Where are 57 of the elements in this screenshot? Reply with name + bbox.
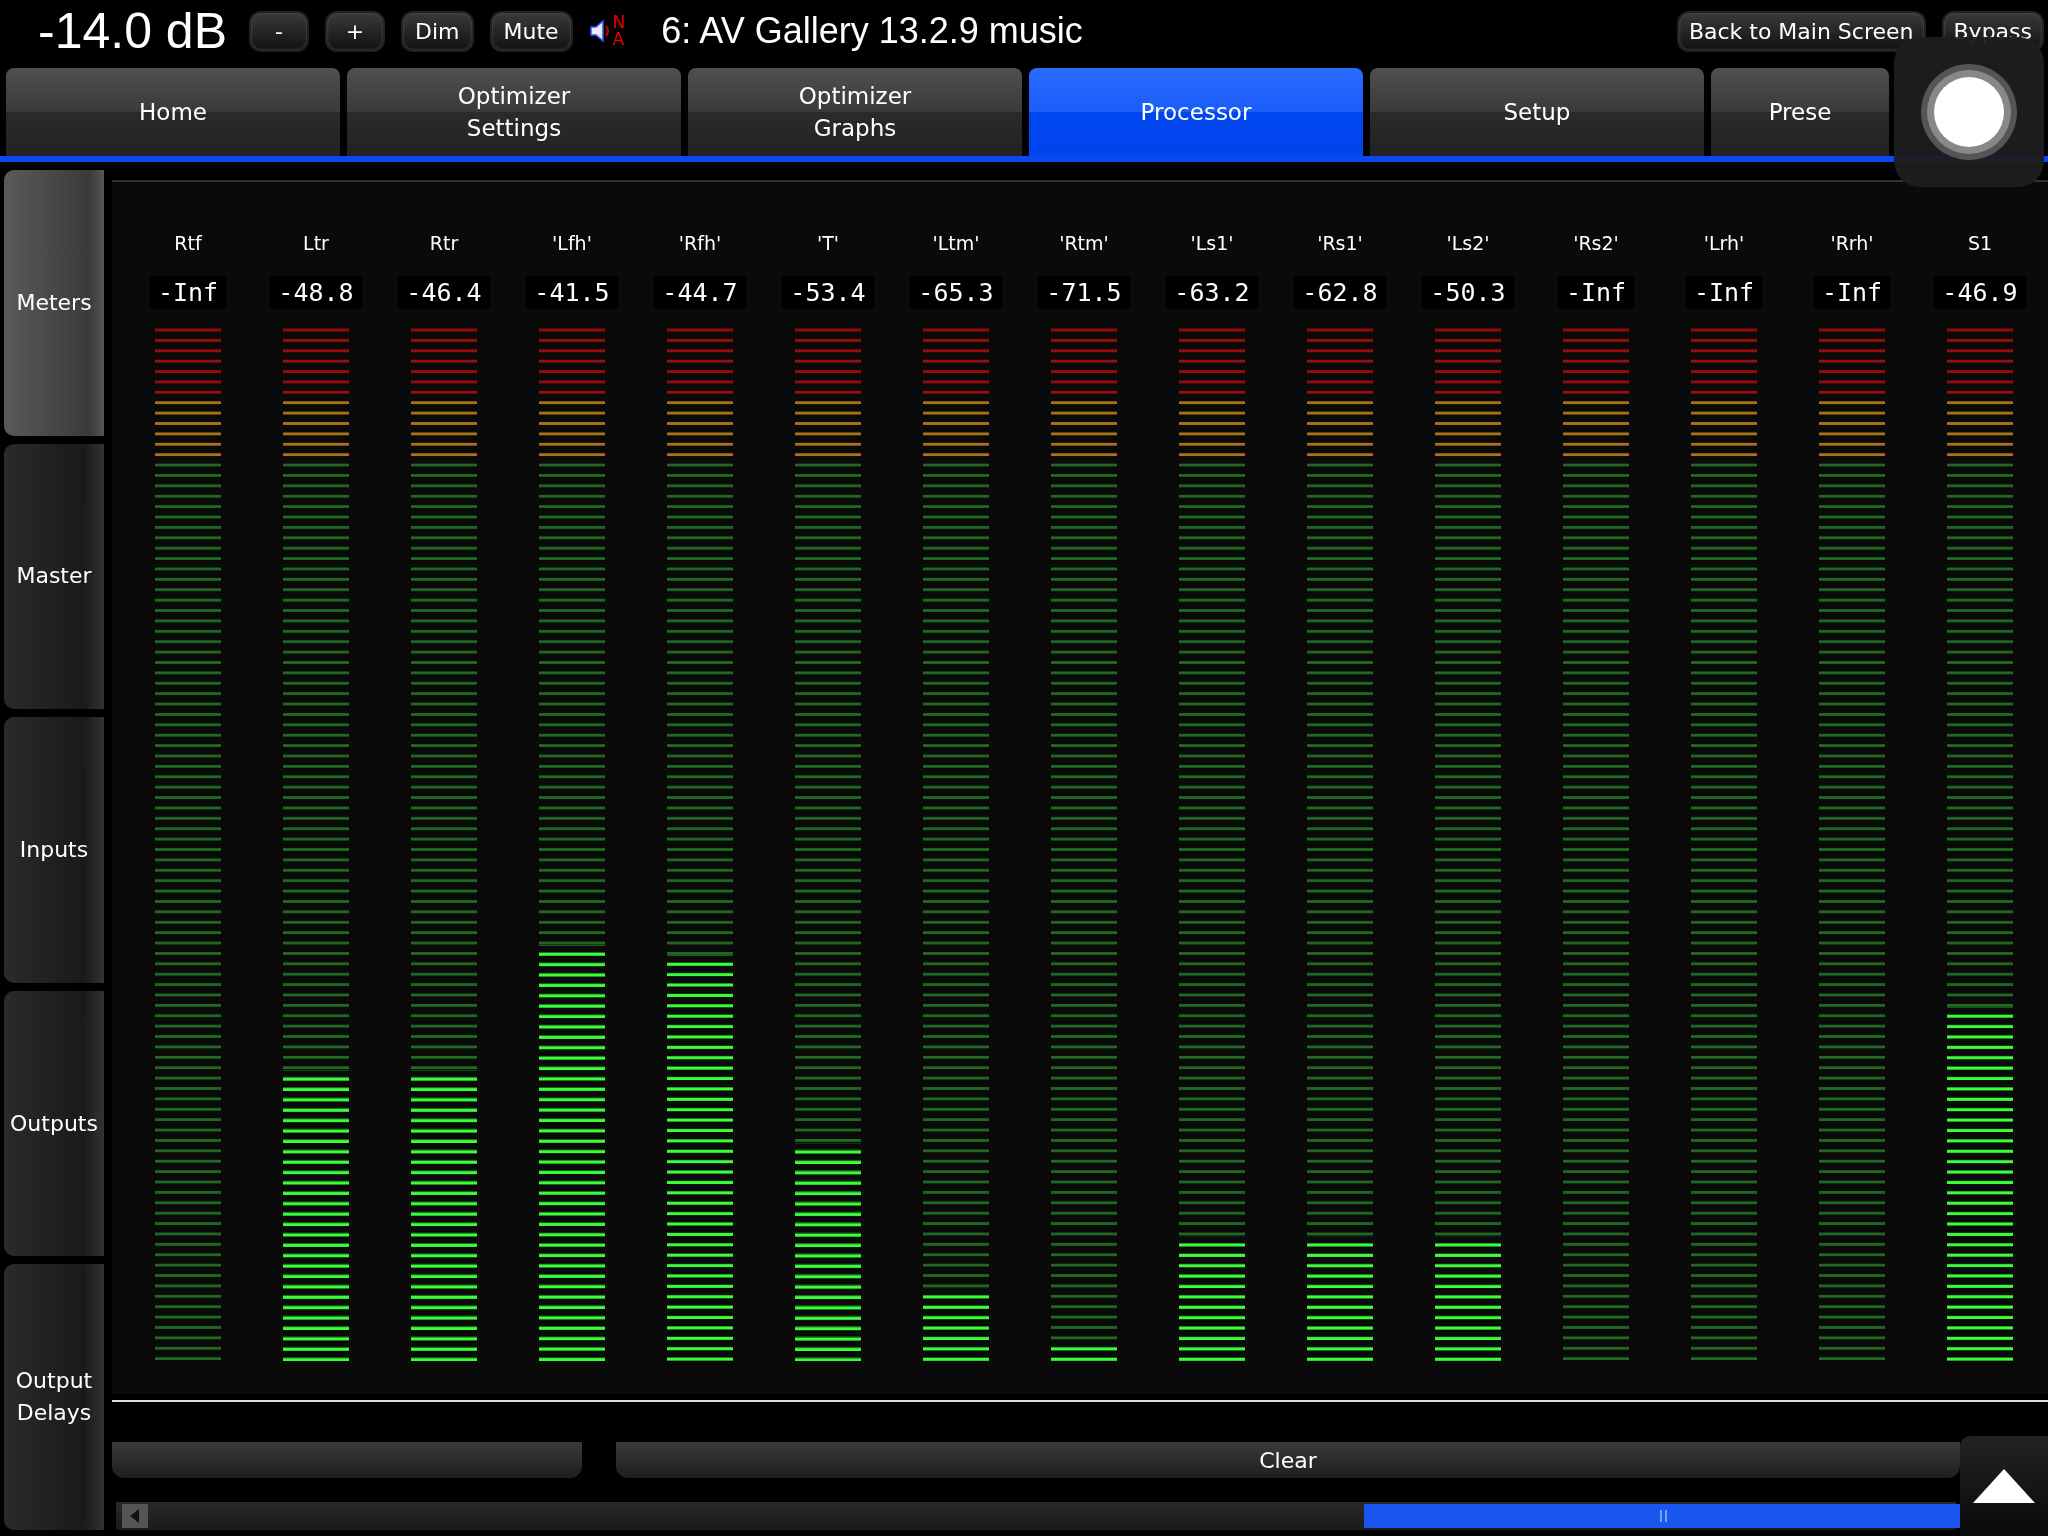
level-readout: -Inf [1813,276,1891,309]
level-readout: -46.9 [1934,276,2026,309]
level-readout: -Inf [149,276,227,309]
sidebar-item[interactable]: Master [4,443,104,710]
level-readout: -Inf [1557,276,1635,309]
channel-label: 'T' [816,232,840,256]
level-readout: -63.2 [1166,276,1258,309]
channel-label: Ltr [303,232,329,256]
channel-label: 'Lfh' [552,232,592,256]
toolbar-button[interactable]: Mute [489,10,573,52]
up-arrow-icon [1973,1469,2035,1503]
tab[interactable]: Home [6,68,340,156]
scroll-left-icon[interactable] [122,1504,148,1528]
preset-title: 6: AV Gallery 13.2.9 music [661,10,1083,52]
level-readout: -71.5 [1038,276,1130,309]
nav-button[interactable]: Back to Main Screen [1676,10,1926,52]
grip-icon [1660,1510,1668,1522]
tab[interactable]: Prese [1711,68,1889,156]
toolbar-button[interactable]: - [249,10,309,52]
clear-button[interactable]: Clear [616,1442,1960,1478]
toolbar-button[interactable]: Dim [401,10,474,52]
sidebar-item[interactable]: Meters [4,170,104,436]
level-readout: -62.8 [1294,276,1386,309]
speaker-icon [588,18,611,44]
tab[interactable]: Optimizer Graphs [688,68,1022,156]
level-readout: -50.3 [1422,276,1514,309]
tab[interactable]: Setup [1370,68,1704,156]
tab[interactable]: Processor [1029,68,1363,156]
channel-label: S1 [1967,232,1993,256]
channel-label: Rtf [174,232,202,256]
channel-label: 'Ltm' [932,232,980,256]
channel-label: 'Ls2' [1446,232,1490,256]
level-readout: -41.5 [526,276,618,309]
sidebar-item[interactable]: Output Delays [4,1264,104,1530]
toolbar-button[interactable]: + [325,10,385,52]
sidebar-item[interactable]: Inputs [4,717,104,983]
channel-label: 'Rs2' [1573,232,1619,256]
status-letter: A [612,31,626,48]
channel-label: 'Rtm' [1059,232,1109,256]
channel-label: 'Rrh' [1830,232,1874,256]
channel-label: 'Rfh' [678,232,722,256]
sidebar-item[interactable]: Outputs [4,990,104,1257]
level-readout: -65.3 [910,276,1002,309]
scroll-up-button[interactable] [1960,1436,2048,1536]
channel-label: 'Ls1' [1190,232,1234,256]
level-readout: -48.8 [270,276,362,309]
channel-label: Rtr [429,232,459,256]
channel-label: 'Lrh' [1703,232,1745,256]
circle-icon [1919,62,2019,162]
status-letter: N [612,14,626,31]
level-readout: -44.7 [654,276,746,309]
tab[interactable]: Optimizer Settings [347,68,681,156]
volume-readout: -14.0 dB [38,2,227,60]
level-readout: -46.4 [398,276,490,309]
level-readout: -53.4 [782,276,874,309]
channel-label: 'Rs1' [1317,232,1363,256]
level-readout: -Inf [1685,276,1763,309]
